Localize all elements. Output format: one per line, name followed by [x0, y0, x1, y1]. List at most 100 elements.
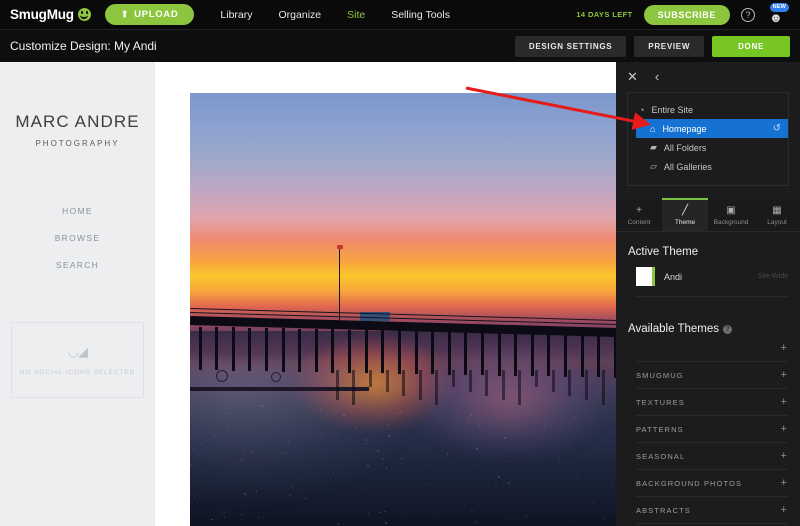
page-scope-tree: ◔ Entire Site ⌂ Homepage ↺ ▰ All Folders… [627, 92, 789, 186]
theme-category-label: PATTERNS [636, 424, 684, 434]
photo-speck [498, 476, 500, 478]
theme-category-row[interactable]: SEASONAL + [636, 443, 788, 470]
social-icons-placeholder[interactable]: ◡◢ NO SOCIAL ICONS SELECTED [11, 322, 144, 398]
subheader-bar: Customize Design: My Andi DESIGN SETTING… [0, 29, 800, 62]
done-button[interactable]: DONE [712, 35, 790, 57]
photo-speck [387, 423, 389, 426]
nav-link-site[interactable]: Site [347, 9, 365, 21]
top-navigation-bar: SmugMug ⬆ UPLOAD Library Organize Site S… [0, 0, 800, 29]
expand-category-icon[interactable]: + [780, 423, 788, 435]
user-avatar[interactable]: ☻ NEW [766, 2, 789, 25]
page-title: Customize Design: My Andi [10, 39, 157, 53]
smugmug-logo[interactable]: SmugMug [10, 7, 91, 22]
photo-speck [367, 513, 370, 515]
photo-speck [290, 486, 292, 488]
expand-category-icon[interactable]: + [780, 369, 788, 381]
theme-category-row[interactable]: SMUGMUG + [636, 362, 788, 389]
theme-category-row[interactable]: TEXTURES + [636, 389, 788, 416]
photo-piling [215, 327, 219, 371]
photo-piling [364, 329, 368, 374]
expand-category-icon[interactable]: + [780, 477, 788, 489]
photo-reflection-glow-2 [411, 344, 608, 457]
photo-skyline [190, 387, 369, 392]
site-nav-home[interactable]: HOME [62, 206, 93, 216]
revert-icon[interactable]: ↺ [773, 123, 781, 134]
photo-piling [198, 326, 202, 371]
theme-category-row[interactable]: BACKGROUND PHOTOS + [636, 470, 788, 497]
expand-category-icon[interactable]: + [780, 450, 788, 462]
photo-piling [480, 331, 484, 376]
active-theme-row[interactable]: Andi Site-Wide [636, 267, 788, 297]
photo-speck [558, 458, 560, 460]
photo-speck [576, 477, 579, 479]
trial-days-left: 14 DAYS LEFT [576, 10, 633, 19]
site-sidebar: MARC ANDRE PHOTOGRAPHY HOME BROWSE SEARC… [0, 62, 155, 526]
tab-background[interactable]: ▣ Background [708, 198, 754, 231]
photo-speck [261, 405, 263, 407]
folder-icon: ▰ [650, 142, 657, 152]
tree-item-all-galleries[interactable]: ▱ All Galleries [628, 157, 788, 176]
preview-button[interactable]: PREVIEW [634, 35, 705, 57]
help-icon[interactable]: ? [741, 7, 755, 22]
plus-icon: + [636, 205, 642, 216]
photo-speck [285, 452, 287, 454]
tree-item-entire-site[interactable]: ◔ Entire Site [628, 100, 788, 119]
photo-speck [307, 447, 310, 450]
photo-speck [471, 510, 473, 512]
brush-icon: ╱ [681, 205, 689, 216]
design-settings-button[interactable]: DESIGN SETTINGS [514, 35, 627, 57]
nav-link-library[interactable]: Library [220, 9, 252, 21]
upload-button[interactable]: ⬆ UPLOAD [104, 4, 195, 25]
tab-layout[interactable]: ▦ Layout [754, 198, 800, 231]
photo-piling [331, 329, 335, 373]
photo-speck [475, 521, 478, 523]
photo-speck [244, 493, 246, 495]
theme-category-label: ABSTRACTS [636, 505, 691, 515]
tab-label-layout: Layout [767, 219, 787, 226]
theme-category-list: + SMUGMUG + TEXTURES + PATTERNS + SEASONAL + BACK… [616, 335, 800, 526]
photo-piling-reflection [451, 370, 455, 388]
nav-link-selling-tools[interactable]: Selling Tools [391, 9, 450, 21]
smugmug-smile-icon [77, 8, 91, 21]
help-icon[interactable]: ? [723, 324, 732, 334]
theme-category-row[interactable]: ABSTRACTS + [636, 497, 788, 524]
photo-sky [190, 93, 616, 345]
photo-speck [365, 439, 367, 441]
photo-speck [226, 430, 229, 432]
hero-photo[interactable] [190, 93, 616, 526]
photo-ferris-wheel [215, 370, 228, 383]
photo-piling-reflection [501, 370, 505, 401]
subscribe-button[interactable]: SUBSCRIBE [643, 4, 730, 25]
site-nav-browse[interactable]: BROWSE [55, 233, 101, 243]
tree-label-entire-site: Entire Site [651, 104, 693, 115]
design-panel: ✕ ‹ ◔ Entire Site ⌂ Homepage ↺ ▰ All Fol… [616, 62, 800, 526]
photo-piling [264, 328, 268, 372]
site-preview-area[interactable]: MARC ANDRE PHOTOGRAPHY HOME BROWSE SEARC… [0, 62, 616, 526]
photo-speck [270, 455, 273, 458]
photo-speck [281, 452, 284, 454]
chevron-left-icon[interactable]: ‹ [655, 70, 659, 83]
photo-piling [231, 327, 235, 371]
photo-piling-reflection [485, 370, 489, 397]
tree-item-all-folders[interactable]: ▰ All Folders [628, 138, 788, 157]
photo-speck [193, 496, 196, 498]
photo-speck [305, 497, 307, 500]
expand-category-icon[interactable]: + [780, 342, 788, 354]
photo-speck [476, 448, 478, 450]
site-nav-search[interactable]: SEARCH [56, 260, 99, 270]
close-icon[interactable]: ✕ [627, 70, 638, 83]
theme-category-row[interactable]: + [636, 335, 788, 362]
layout-icon: ▦ [772, 205, 782, 216]
tab-theme[interactable]: ╱ Theme [662, 198, 708, 231]
photo-speck [367, 465, 369, 467]
theme-category-row[interactable]: PATTERNS + [636, 416, 788, 443]
tree-item-homepage[interactable]: ⌂ Homepage ↺ [636, 119, 788, 138]
photo-speck [573, 417, 575, 419]
expand-category-icon[interactable]: + [780, 396, 788, 408]
photo-piling [530, 332, 534, 377]
photo-speck [355, 427, 358, 429]
tab-content[interactable]: + Content [616, 198, 662, 231]
expand-category-icon[interactable]: + [780, 504, 788, 516]
photo-speck [212, 449, 214, 451]
nav-link-organize[interactable]: Organize [279, 9, 322, 21]
